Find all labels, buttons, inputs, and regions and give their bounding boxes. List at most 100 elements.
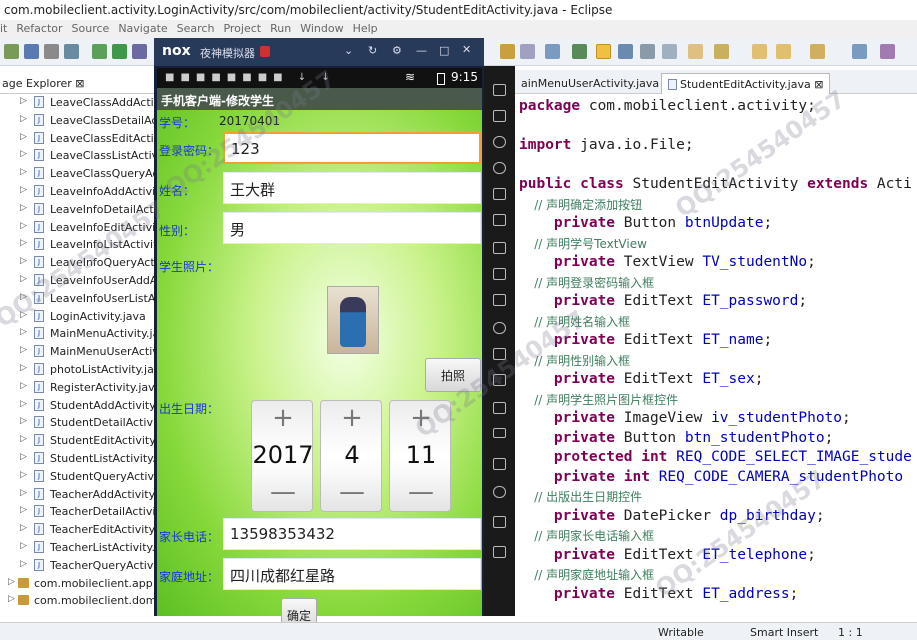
tree-item[interactable]: ▷ J TeacherListActivity.ja <box>0 539 160 557</box>
minimize-icon[interactable]: — <box>416 44 427 57</box>
expand-arrow-icon[interactable]: ▷ <box>20 238 27 248</box>
expand-arrow-icon[interactable]: ▷ <box>20 96 27 106</box>
expand-arrow-icon[interactable]: ▷ <box>20 523 27 533</box>
tree-item[interactable]: ▷ J StudentEditActivity.ja <box>0 432 160 450</box>
keyboard-icon[interactable] <box>493 84 506 96</box>
expand-arrow-icon[interactable]: ▷ <box>20 292 27 302</box>
expand-arrow-icon[interactable]: ▷ <box>20 132 27 142</box>
menu-item[interactable]: Source <box>72 20 110 35</box>
tree-item[interactable]: ▷ JphotoListActivity.java <box>0 361 160 379</box>
menu-item[interactable]: Navigate <box>118 20 167 35</box>
tree-item[interactable]: ▷ J TeacherAddActivity.ja <box>0 486 160 504</box>
expand-arrow-icon[interactable]: ▷ <box>20 399 27 409</box>
shared-folder-icon[interactable] <box>493 348 506 360</box>
macro-icon[interactable] <box>493 402 506 414</box>
chevron-down-icon[interactable]: ⌄ <box>344 44 353 57</box>
expand-arrow-icon[interactable]: ▷ <box>20 541 27 551</box>
robot-icon[interactable] <box>493 110 506 122</box>
expand-arrow-icon[interactable]: ▷ <box>20 470 27 480</box>
expand-arrow-icon[interactable]: ▷ <box>20 256 27 266</box>
menu-icon[interactable] <box>493 428 506 438</box>
tree-item[interactable]: ▷ J RegisterActivity.java <box>0 379 160 397</box>
tab-studentedit[interactable]: StudentEditActivity.java ⊠ <box>661 73 831 94</box>
tree-item[interactable]: ▷ J LeaveClassListActivi <box>0 147 160 165</box>
expand-arrow-icon[interactable]: ▷ <box>20 310 27 320</box>
tree-item[interactable]: ▷ J StudentQueryActivity <box>0 468 160 486</box>
screen-icon[interactable] <box>493 188 506 200</box>
next-edit-icon[interactable] <box>810 44 825 59</box>
code-editor[interactable]: package com.mobileclient.activity; import… <box>515 94 917 614</box>
close-icon[interactable]: ⊠ <box>814 78 823 91</box>
perspective-icon[interactable] <box>852 44 867 59</box>
menu-item[interactable]: Run <box>270 20 291 35</box>
console-icon[interactable] <box>545 44 560 59</box>
open-folder-icon[interactable] <box>500 44 515 59</box>
java-perspective-icon[interactable] <box>880 44 895 59</box>
block-icon[interactable] <box>640 44 655 59</box>
tree-item[interactable]: ▷ J LeaveInfoUserListAct <box>0 290 160 308</box>
shake-icon[interactable] <box>493 322 506 334</box>
home-icon[interactable] <box>493 516 506 528</box>
tree-item[interactable]: ▷ J LeaveInfoQueryActiv <box>0 254 160 272</box>
tree-item[interactable]: ▷ J LeaveInfoAddActivity <box>0 183 160 201</box>
phone-input[interactable]: 13598353432 <box>223 518 481 550</box>
back-icon[interactable] <box>493 486 506 498</box>
plus-icon[interactable]: + <box>390 403 452 433</box>
menu-item[interactable]: Search <box>177 20 215 35</box>
show-whitespace-icon[interactable] <box>662 44 677 59</box>
tree-item[interactable]: ▷ J TeacherQueryActivity <box>0 557 160 575</box>
tree-item[interactable]: ▷ J LeaveInfoEditActivity <box>0 219 160 237</box>
gear-icon[interactable]: ⚙ <box>392 44 402 57</box>
day-spinner[interactable]: +11 — <box>389 400 451 512</box>
screenshot-icon[interactable] <box>493 374 506 386</box>
menu-item[interactable]: Refactor <box>16 20 62 35</box>
tree-item[interactable]: ▷ J TeacherEditActivity.ja <box>0 521 160 539</box>
next-annotation-icon[interactable] <box>714 44 729 59</box>
back-icon[interactable] <box>752 44 767 59</box>
expand-arrow-icon[interactable]: ▷ <box>20 327 27 337</box>
close-icon[interactable]: ✕ <box>462 43 471 56</box>
tree-package[interactable]: ▷ com.mobileclient.domai <box>0 592 160 610</box>
tree-item[interactable]: ▷ J StudentAddActivity.ja <box>0 397 160 415</box>
print-icon[interactable] <box>44 44 59 59</box>
sex-input[interactable]: 男 <box>223 212 481 244</box>
multi-instance-icon[interactable] <box>493 458 506 470</box>
annotation-icon[interactable] <box>688 44 703 59</box>
expand-arrow-icon[interactable]: ▷ <box>20 363 27 373</box>
password-input[interactable]: 123 <box>223 132 481 164</box>
scissors-icon[interactable] <box>493 136 506 148</box>
close-icon[interactable]: ⊠ <box>75 77 84 90</box>
expand-arrow-icon[interactable]: ▷ <box>20 221 27 231</box>
minus-icon[interactable]: — <box>321 477 383 507</box>
tree-item[interactable]: ▷ J LeaveInfoDetailActiv <box>0 201 160 219</box>
menu-item[interactable]: it <box>0 20 7 35</box>
tree-item[interactable]: ▷ J LoginActivity.java <box>0 308 160 326</box>
tree-item[interactable]: ▷ J LeaveInfoListActivity <box>0 236 160 254</box>
tab-mainmenuuser[interactable]: ainMenuUserActivity.java <box>515 73 665 94</box>
expand-arrow-icon[interactable]: ▷ <box>8 577 15 587</box>
expand-arrow-icon[interactable]: ▷ <box>20 185 27 195</box>
expand-arrow-icon[interactable]: ▷ <box>20 416 27 426</box>
expand-arrow-icon[interactable]: ▷ <box>20 203 27 213</box>
take-photo-button[interactable]: 拍照 <box>425 358 481 392</box>
month-spinner[interactable]: +4 — <box>320 400 382 512</box>
expand-arrow-icon[interactable]: ▷ <box>20 114 27 124</box>
address-input[interactable]: 四川成都红星路 <box>223 558 481 590</box>
save-icon[interactable] <box>24 44 39 59</box>
build-icon[interactable] <box>92 44 107 59</box>
tree-item[interactable]: ▷ J LeaveInfoUserAddAc <box>0 272 160 290</box>
refresh-icon[interactable]: ↻ <box>368 44 377 57</box>
expand-arrow-icon[interactable]: ▷ <box>20 505 27 515</box>
tree-item[interactable]: ▷ J LeaveClassEditActivi <box>0 130 160 148</box>
expand-arrow-icon[interactable]: ▷ <box>20 452 27 462</box>
search-icon[interactable] <box>520 44 535 59</box>
expand-arrow-icon[interactable]: ▷ <box>20 167 27 177</box>
package-explorer-tab[interactable]: age Explorer ⊠ <box>0 70 160 94</box>
install-apk-icon[interactable] <box>493 294 506 306</box>
tree-item[interactable]: ▷ J MainMenuActivity.jav <box>0 325 160 343</box>
tree-item[interactable]: ▷ J MainMenuUserActivi <box>0 343 160 361</box>
mark-icon[interactable] <box>618 44 633 59</box>
menu-item[interactable]: Window <box>300 20 343 35</box>
fullscreen-icon[interactable] <box>493 214 506 226</box>
tree-item[interactable]: ▷ J LeaveClassDetailActi <box>0 112 160 130</box>
